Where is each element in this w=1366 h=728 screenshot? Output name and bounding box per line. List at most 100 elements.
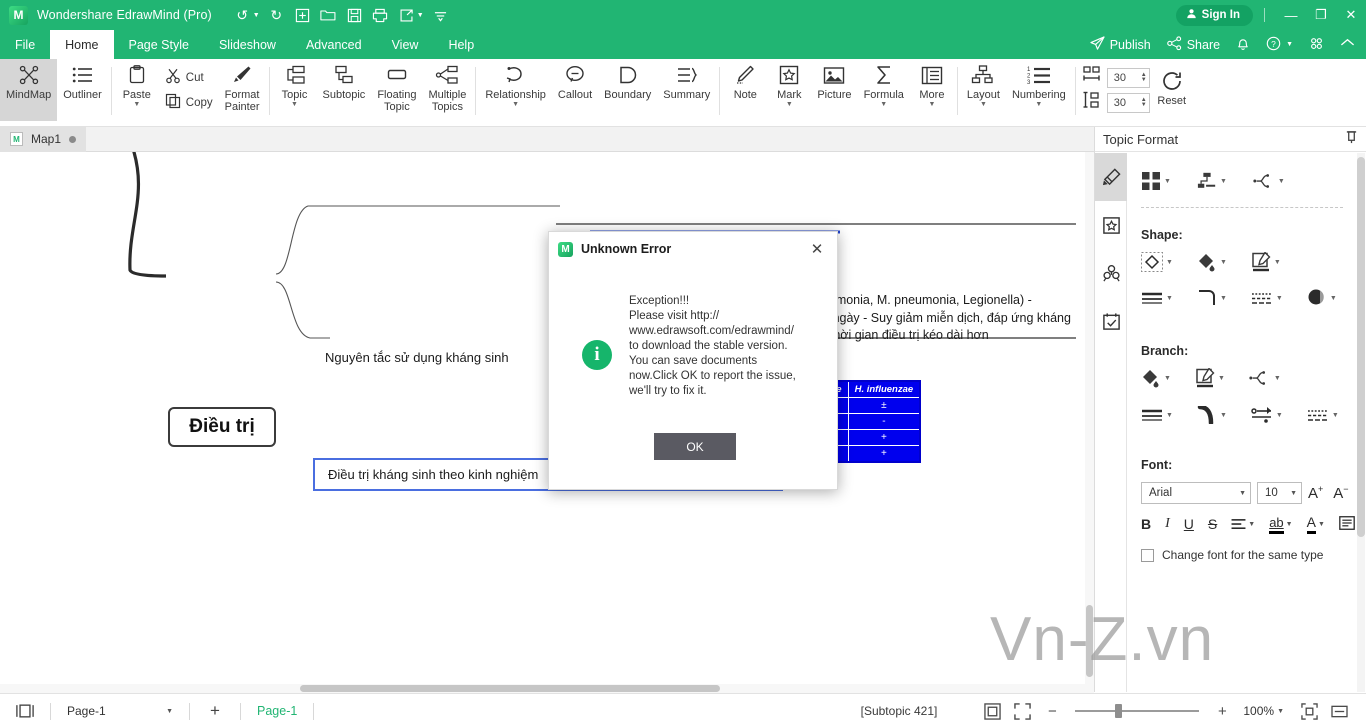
mark-button[interactable]: Mark ▼ xyxy=(767,59,811,121)
sign-in-button[interactable]: Sign In xyxy=(1175,4,1253,26)
mindmap-view-button[interactable]: MindMap xyxy=(0,59,58,121)
collapse-ribbon-button[interactable] xyxy=(1333,30,1362,59)
paste-dropdown-icon[interactable]: ▼ xyxy=(133,101,140,108)
line-weight-icon[interactable]: ▼ xyxy=(1141,290,1173,306)
numbering-dropdown-icon[interactable]: ▼ xyxy=(1035,101,1042,108)
open-icon[interactable] xyxy=(316,3,341,27)
chevron-down-icon[interactable]: ▼ xyxy=(1233,490,1246,497)
undo-dropdown-icon[interactable]: ▼ xyxy=(253,12,260,19)
fit-width-icon[interactable] xyxy=(1324,699,1354,723)
chevron-down-icon[interactable]: ▼ xyxy=(1276,412,1283,419)
decrease-font-size-button[interactable]: A− xyxy=(1333,484,1348,502)
notifications-button[interactable] xyxy=(1229,30,1257,59)
chevron-down-icon[interactable]: ▼ xyxy=(1278,178,1285,185)
paste-button[interactable]: Paste ▼ xyxy=(115,59,159,121)
chevron-down-icon[interactable]: ▼ xyxy=(1166,412,1173,419)
print-icon[interactable] xyxy=(368,3,393,27)
chevron-down-icon[interactable]: ▼ xyxy=(1274,375,1281,382)
document-tab-map1[interactable]: M Map1 xyxy=(0,126,87,152)
mark-dropdown-icon[interactable]: ▼ xyxy=(786,101,793,108)
add-page-button[interactable]: + xyxy=(200,699,230,723)
chevron-down-icon[interactable]: ▼ xyxy=(1274,259,1281,266)
export-dropdown-icon[interactable]: ▼ xyxy=(417,12,424,19)
page-select-dropdown[interactable]: Page-1 ▼ xyxy=(61,700,179,722)
chevron-down-icon[interactable]: ▼ xyxy=(1166,259,1173,266)
topic-nguyen-tac[interactable]: Nguyên tắc sử dụng kháng sinh xyxy=(325,350,509,365)
fit-page-icon[interactable] xyxy=(977,699,1007,723)
zoom-in-button[interactable]: + xyxy=(1207,699,1237,723)
minimize-button[interactable]: — xyxy=(1276,0,1306,30)
branch-style-icon[interactable]: ▼ xyxy=(1253,171,1285,191)
clipart-icon[interactable] xyxy=(1095,249,1127,297)
strikethrough-button[interactable]: S xyxy=(1208,516,1217,532)
shape-type-icon[interactable]: ▼ xyxy=(1141,252,1173,272)
canvas-vertical-scroll-thumb[interactable] xyxy=(1086,605,1093,677)
menu-advanced[interactable]: Advanced xyxy=(291,30,377,59)
more-dropdown-icon[interactable]: ▼ xyxy=(928,101,935,108)
save-icon[interactable] xyxy=(342,3,367,27)
topic-button[interactable]: Topic ▼ xyxy=(273,59,317,121)
chevron-down-icon[interactable]: ▼ xyxy=(1330,295,1337,302)
font-color-button[interactable]: A ▼ xyxy=(1306,514,1325,534)
branch-edit-icon[interactable]: ▼ xyxy=(1195,368,1225,388)
text-box-button[interactable] xyxy=(1339,515,1355,533)
chevron-down-icon[interactable]: ▼ xyxy=(1284,490,1297,497)
more-qat-icon[interactable] xyxy=(428,3,453,27)
formula-dropdown-icon[interactable]: ▼ xyxy=(880,101,887,108)
chevron-down-icon[interactable]: ▼ xyxy=(1164,375,1171,382)
picture-button[interactable]: Picture xyxy=(811,59,857,121)
floating-topic-button[interactable]: Floating Topic xyxy=(371,59,422,121)
callout-button[interactable]: Callout xyxy=(552,59,598,121)
apps-grid-button[interactable] xyxy=(1302,30,1331,59)
horizontal-spacing-input[interactable]: 30 ▲ ▼ xyxy=(1106,67,1150,88)
cut-button[interactable]: Cut xyxy=(159,65,219,90)
close-window-button[interactable]: ✕ xyxy=(1336,0,1366,30)
change-font-checkbox[interactable] xyxy=(1141,548,1154,562)
help-dropdown-icon[interactable]: ▼ xyxy=(1286,41,1293,48)
line-dash-icon[interactable]: ▼ xyxy=(1251,290,1283,306)
menu-view[interactable]: View xyxy=(377,30,434,59)
chevron-down-icon[interactable]: ▼ xyxy=(1220,178,1227,185)
align-button[interactable]: ▼ xyxy=(1231,518,1255,531)
font-size-select[interactable]: 10 ▼ xyxy=(1257,482,1302,504)
relationship-dropdown-icon[interactable]: ▼ xyxy=(512,101,519,108)
topic-style-gallery-icon[interactable]: ▼ xyxy=(1141,171,1171,191)
font-family-select[interactable]: Arial ▼ xyxy=(1141,482,1251,504)
help-button[interactable]: ? ▼ xyxy=(1259,30,1300,59)
format-painter-button[interactable]: Format Painter xyxy=(219,59,266,121)
change-font-same-type-row[interactable]: Change font for the same type xyxy=(1141,548,1359,562)
topic-dropdown-icon[interactable]: ▼ xyxy=(291,101,298,108)
menu-file[interactable]: File xyxy=(0,30,50,59)
chevron-down-icon[interactable]: ▼ xyxy=(166,708,179,715)
chevron-down-icon[interactable]: ▼ xyxy=(1220,259,1227,266)
shape-fill-icon[interactable]: ▼ xyxy=(1197,252,1227,272)
topic-layout-icon[interactable]: ▼ xyxy=(1197,171,1227,191)
zoom-slider-knob[interactable] xyxy=(1115,704,1123,718)
zoom-level-label[interactable]: 100% xyxy=(1243,704,1274,718)
shadow-icon[interactable]: ▼ xyxy=(1307,288,1337,308)
chevron-down-icon[interactable]: ▼ xyxy=(1218,375,1225,382)
reset-button[interactable]: Reset xyxy=(1150,65,1194,127)
publish-button[interactable]: Publish xyxy=(1083,30,1158,59)
panel-scroll-thumb[interactable] xyxy=(1357,157,1365,537)
chevron-down-icon[interactable]: ▼ xyxy=(1286,521,1293,528)
chevron-down-icon[interactable]: ▼ xyxy=(1220,412,1227,419)
chevron-down-icon[interactable]: ▼ xyxy=(1248,521,1255,528)
menu-slideshow[interactable]: Slideshow xyxy=(204,30,291,59)
summary-button[interactable]: Summary xyxy=(657,59,716,121)
shape-edit-icon[interactable]: ▼ xyxy=(1251,252,1281,272)
zoom-slider[interactable] xyxy=(1067,701,1207,721)
dialog-close-button[interactable]: ✕ xyxy=(806,238,828,260)
vertical-spacing-input[interactable]: 30 ▲ ▼ xyxy=(1106,92,1150,113)
multiple-topics-button[interactable]: Multiple Topics xyxy=(422,59,472,121)
menu-home[interactable]: Home xyxy=(50,30,114,59)
panel-toggle-icon[interactable] xyxy=(10,699,40,723)
maximize-restore-button[interactable]: ❐ xyxy=(1306,0,1336,30)
underline-button[interactable]: U xyxy=(1184,516,1194,532)
style-fill-icon[interactable] xyxy=(1095,153,1127,201)
formula-button[interactable]: Formula ▼ xyxy=(858,59,910,121)
branch-curve-icon[interactable]: ▼ xyxy=(1197,406,1227,424)
horizontal-spin-arrows[interactable]: ▲ ▼ xyxy=(1141,72,1147,83)
subtopic-button[interactable]: Subtopic xyxy=(317,59,372,121)
canvas-horizontal-scroll-thumb[interactable] xyxy=(300,685,720,692)
